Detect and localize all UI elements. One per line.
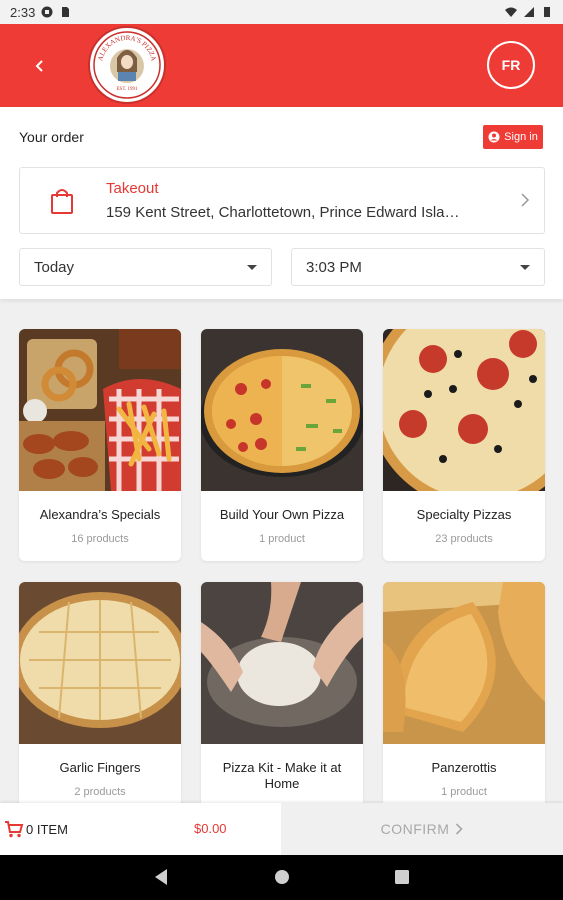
nav-recents-icon[interactable] [393, 867, 411, 887]
category-image-specialty [383, 329, 545, 491]
category-card[interactable]: Garlic Fingers 2 products [19, 582, 181, 814]
time-select[interactable]: 3:03 PM [291, 248, 545, 286]
cart-item-count: 0 ITEM [26, 821, 68, 837]
nav-back-icon[interactable] [152, 867, 170, 887]
confirm-button[interactable]: CONFIRM [281, 803, 563, 855]
category-image-specials [19, 329, 181, 491]
category-name: Specialty Pizzas [416, 507, 512, 522]
category-count: 23 products [435, 533, 493, 545]
category-name: Build Your Own Pizza [219, 507, 345, 522]
caret-down-icon [520, 264, 530, 270]
order-mode-card[interactable]: Takeout 159 Kent Street, Charlottetown, … [19, 167, 545, 234]
cart-total: $0.00 [194, 821, 227, 836]
logo-est: EST. 1991 [116, 87, 138, 92]
status-time: 2:33 [10, 4, 36, 20]
category-name: Panzerottis [431, 760, 497, 775]
day-select-value: Today [34, 258, 75, 276]
restaurant-logo[interactable]: ALEXANDRA'S PIZZA EST. 1991 [88, 26, 166, 104]
cart-summary[interactable]: 0 ITEM [0, 803, 281, 855]
wifi-icon [505, 7, 517, 17]
order-panel: Your order Sign in Takeout 159 Kent Stre… [0, 107, 563, 299]
status-bar: 2:33 [0, 0, 563, 24]
back-button[interactable] [26, 52, 54, 80]
category-image-garlic-fingers [19, 582, 181, 744]
nav-home-icon[interactable] [272, 867, 292, 887]
cart-icon [5, 821, 24, 838]
order-mode-label: Takeout [106, 180, 159, 197]
chevron-right-icon [521, 193, 530, 207]
app-header: ALEXANDRA'S PIZZA EST. 1991 FR [0, 24, 563, 107]
battery-icon [544, 7, 550, 17]
category-card[interactable]: Pizza Kit - Make it at Home [201, 582, 363, 814]
category-name: Alexandra’s Specials [39, 507, 161, 522]
category-card[interactable]: Specialty Pizzas 23 products [383, 329, 545, 561]
sign-in-label: Sign in [504, 131, 538, 143]
order-footer: 0 ITEM $0.00 CONFIRM [0, 803, 563, 855]
language-button[interactable]: FR [487, 41, 535, 89]
system-nav-bar [0, 855, 563, 900]
category-count: 1 product [259, 533, 305, 545]
pickup-address: 159 Kent Street, Charlottetown, Prince E… [106, 204, 460, 221]
chevron-right-icon [456, 823, 464, 835]
notification-icon [41, 6, 53, 18]
your-order-label: Your order [19, 129, 84, 145]
category-card[interactable]: Panzerottis 1 product [383, 582, 545, 814]
category-card[interactable]: Build Your Own Pizza 1 product [201, 329, 363, 561]
time-select-value: 3:03 PM [306, 258, 362, 276]
category-card[interactable]: Alexandra’s Specials 16 products [19, 329, 181, 561]
category-name: Garlic Fingers [59, 760, 141, 775]
no-sim-icon [62, 7, 70, 17]
day-select[interactable]: Today [19, 248, 272, 286]
shopping-bag-icon [51, 189, 73, 214]
category-name: Pizza Kit - Make it at Home [222, 760, 342, 791]
category-image-pizza-kit [201, 582, 363, 744]
chevron-left-icon [35, 60, 43, 72]
category-count: 1 product [441, 786, 487, 798]
category-image-panzerottis [383, 582, 545, 744]
confirm-label: CONFIRM [380, 821, 450, 837]
signal-icon [524, 7, 534, 17]
category-count: 16 products [71, 533, 129, 545]
user-icon [488, 131, 500, 143]
category-image-build-your-own [201, 329, 363, 491]
category-count: 2 products [74, 786, 126, 798]
caret-down-icon [247, 264, 257, 270]
sign-in-button[interactable]: Sign in [483, 125, 543, 149]
